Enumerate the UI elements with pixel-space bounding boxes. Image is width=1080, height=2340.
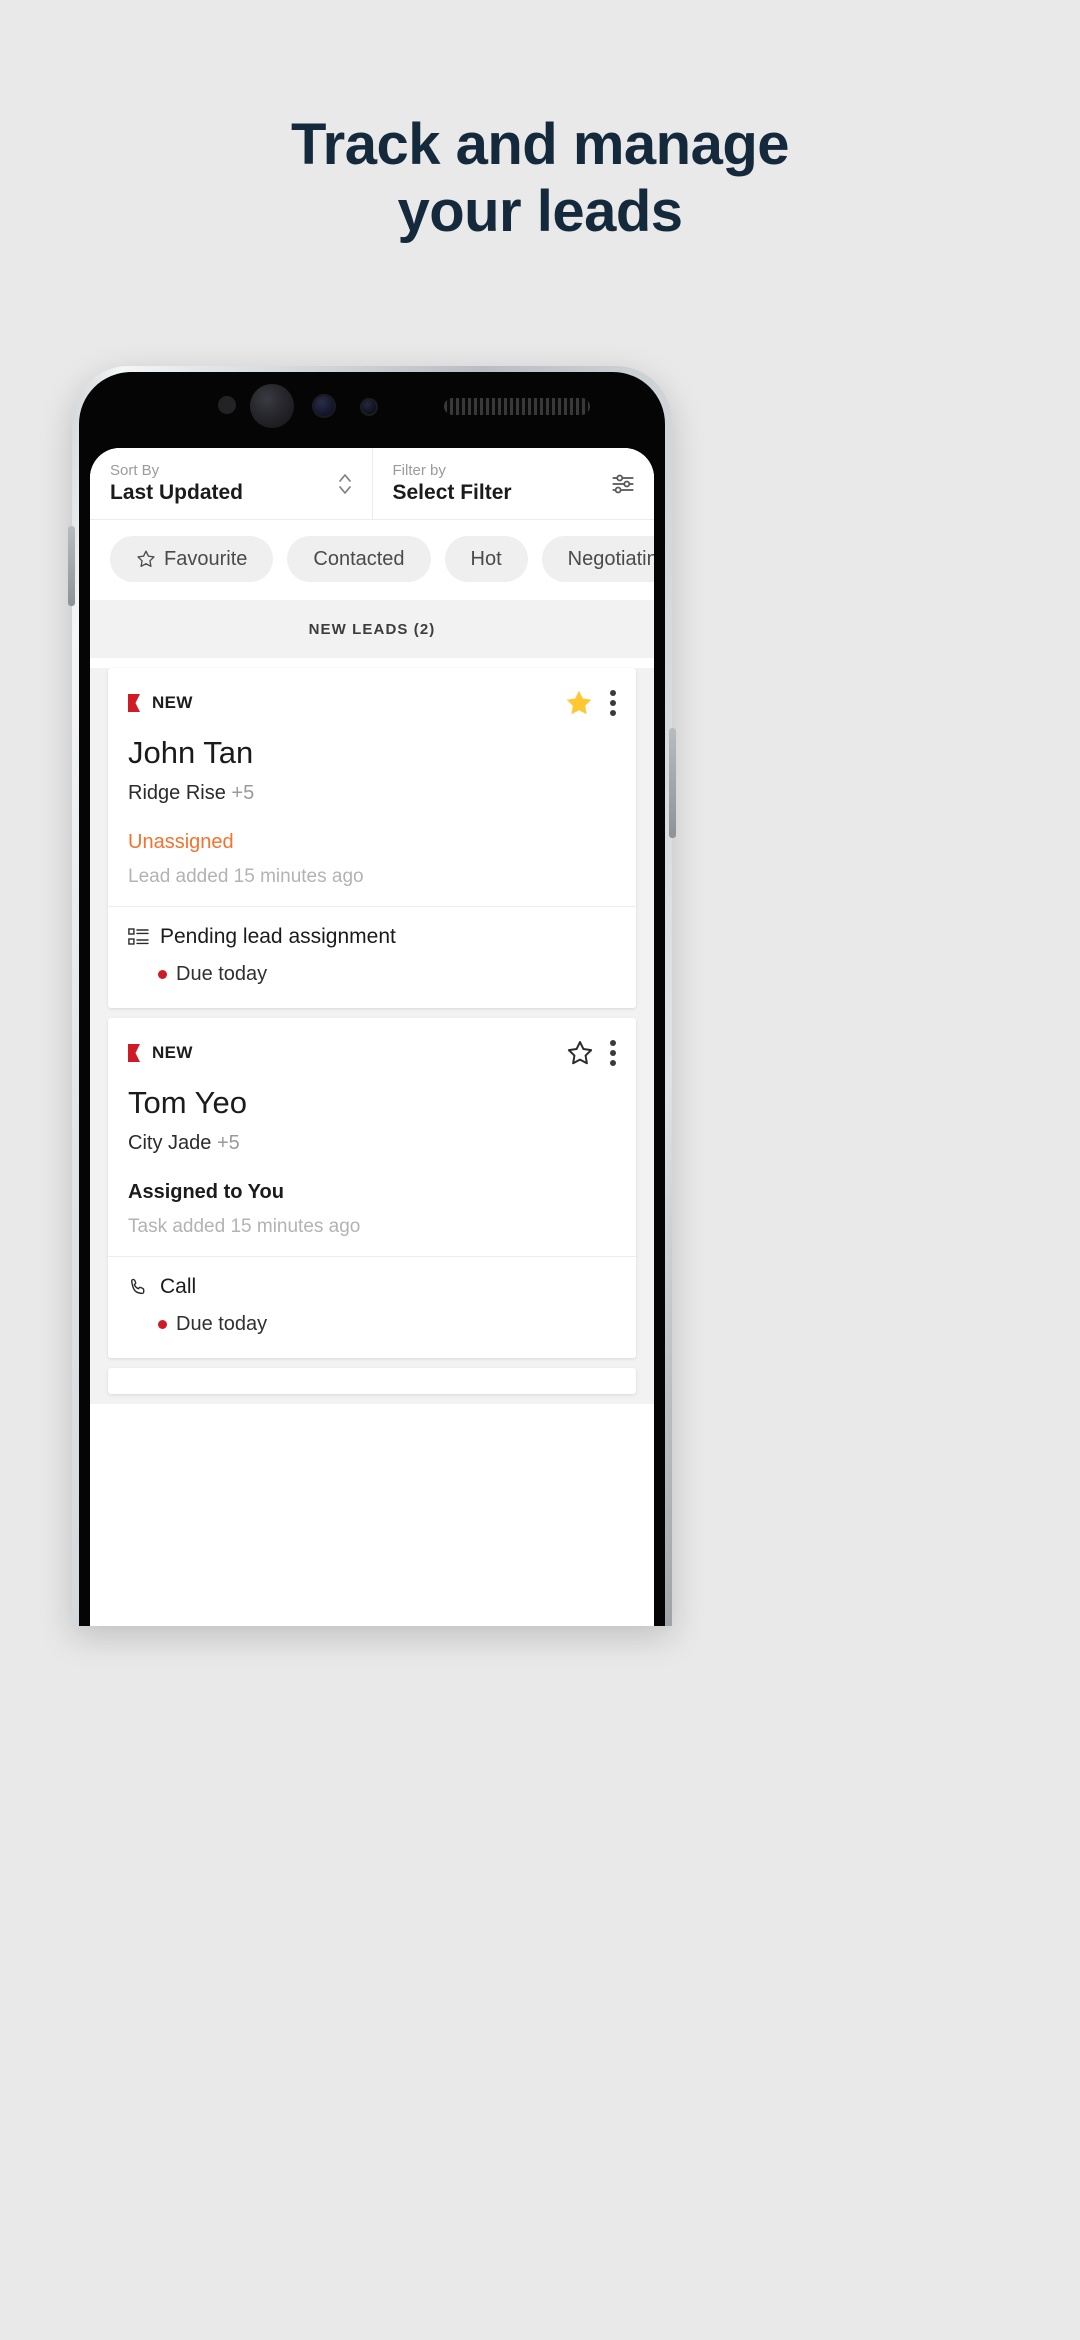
task-title: Pending lead assignment xyxy=(160,925,396,949)
filter-by-labels: Filter by Select Filter xyxy=(393,463,512,504)
new-badge: NEW xyxy=(128,693,193,713)
app-viewport: Sort By Last Updated Filter by Select Fi… xyxy=(90,448,654,1626)
due-dot-icon xyxy=(158,1320,167,1330)
lead-project: Ridge Rise +5 xyxy=(128,782,616,805)
filter-chip-contacted[interactable]: Contacted xyxy=(287,536,431,582)
task-title: Call xyxy=(160,1275,197,1299)
filter-by-control[interactable]: Filter by Select Filter xyxy=(371,448,655,519)
sort-by-value: Last Updated xyxy=(110,480,244,504)
phone-button-right xyxy=(669,728,676,838)
tune-sliders-icon[interactable] xyxy=(610,471,636,497)
new-badge: NEW xyxy=(128,1043,193,1063)
star-filled-icon[interactable] xyxy=(564,688,594,718)
phone-screen: Sort By Last Updated Filter by Select Fi… xyxy=(90,448,654,1626)
lead-project-extra: +5 xyxy=(231,782,255,805)
page-title-line-2: your leads xyxy=(397,178,683,244)
star-outline-icon xyxy=(137,550,155,567)
lead-name: Tom Yeo xyxy=(128,1085,247,1121)
lead-project: City Jade +5 xyxy=(128,1132,616,1155)
task-due-row: Due today xyxy=(158,1313,616,1336)
lead-card-next-peek[interactable] xyxy=(108,1368,636,1395)
lead-card-header: NEW John Tan Ridge Rise +5 Unassigned Le… xyxy=(108,668,636,906)
filter-chip-hot[interactable]: Hot xyxy=(444,536,528,582)
filter-chip-label: Favourite xyxy=(164,547,248,570)
lead-status: Unassigned xyxy=(128,831,234,854)
section-header-label: NEW LEADS (2) xyxy=(308,620,436,638)
filter-by-label: Filter by xyxy=(392,461,446,479)
overflow-menu-icon[interactable] xyxy=(610,1040,616,1067)
lead-project-name: Ridge Rise xyxy=(128,782,226,805)
secondary-camera-icon xyxy=(360,398,378,416)
page-title-line-1: Track and manage xyxy=(290,112,790,177)
filter-chip-negotiating[interactable]: Negotiating xyxy=(541,536,654,582)
lead-card[interactable]: NEW Tom Yeo City Jade +5 Assigned to You… xyxy=(108,1018,636,1359)
filter-by-value: Select Filter xyxy=(392,480,512,504)
lead-project-extra: +5 xyxy=(216,1132,240,1155)
sort-by-label: Sort By xyxy=(110,461,160,479)
phone-sensor-array xyxy=(72,366,672,448)
phone-call-icon xyxy=(130,1278,148,1294)
new-badge-label: NEW xyxy=(152,1043,193,1063)
filter-chip-label: Hot xyxy=(470,547,502,570)
phone-mockup: Sort By Last Updated Filter by Select Fi… xyxy=(68,366,676,1626)
lead-list: NEW John Tan Ridge Rise +5 Unassigned Le… xyxy=(90,668,654,1405)
task-row: Call xyxy=(128,1275,616,1299)
page-title: Track and manage your leads xyxy=(0,112,1080,245)
due-dot-icon xyxy=(158,970,167,980)
lead-timestamp: Task added 15 minutes ago xyxy=(128,1216,361,1238)
front-camera-icon xyxy=(312,394,336,418)
lead-badge-row: NEW xyxy=(128,688,616,718)
section-header-new-leads: NEW LEADS (2) xyxy=(90,600,654,658)
proximity-sensor-icon xyxy=(218,396,236,414)
lead-status: Assigned to You xyxy=(128,1181,284,1204)
lead-name: John Tan xyxy=(128,735,254,770)
iris-scanner-icon xyxy=(250,384,294,428)
new-badge-label: NEW xyxy=(152,693,193,712)
filter-chip-label: Negotiating xyxy=(567,547,654,570)
lead-card-actions[interactable] xyxy=(564,688,616,718)
task-due-row: Due today xyxy=(158,963,616,986)
sort-by-control[interactable]: Sort By Last Updated xyxy=(90,448,372,519)
lead-badge-row: NEW xyxy=(128,1038,616,1068)
task-due-label: Due today xyxy=(176,1313,268,1336)
filter-chip-favourite[interactable]: Favourite xyxy=(110,536,274,582)
app-topbar: Sort By Last Updated Filter by Select Fi… xyxy=(90,448,654,520)
lead-task-section[interactable]: Pending lead assignment Due today xyxy=(108,906,636,1008)
lead-card-actions[interactable] xyxy=(566,1039,616,1067)
task-due-label: Due today xyxy=(176,963,268,986)
sort-by-labels: Sort By Last Updated xyxy=(110,463,243,504)
overflow-menu-icon[interactable] xyxy=(610,690,616,716)
filter-chip-label: Contacted xyxy=(313,547,405,570)
star-outline-icon[interactable] xyxy=(566,1039,594,1067)
lead-project-name: City Jade xyxy=(128,1132,212,1155)
lead-card-header: NEW Tom Yeo City Jade +5 Assigned to You… xyxy=(108,1018,636,1256)
sort-chevrons-icon xyxy=(338,473,351,494)
task-row: Pending lead assignment xyxy=(128,925,616,949)
new-flag-icon xyxy=(128,1044,140,1063)
lead-card[interactable]: NEW John Tan Ridge Rise +5 Unassigned Le… xyxy=(108,668,636,1009)
earpiece-speaker-icon xyxy=(444,398,590,415)
lead-timestamp: Lead added 15 minutes ago xyxy=(128,866,364,888)
filter-chip-row[interactable]: Favourite Contacted Hot Negotiating xyxy=(90,520,654,600)
new-flag-icon xyxy=(128,694,140,712)
list-checklist-icon xyxy=(128,927,149,945)
phone-button-left xyxy=(68,526,75,606)
lead-task-section[interactable]: Call Due today xyxy=(108,1256,636,1358)
